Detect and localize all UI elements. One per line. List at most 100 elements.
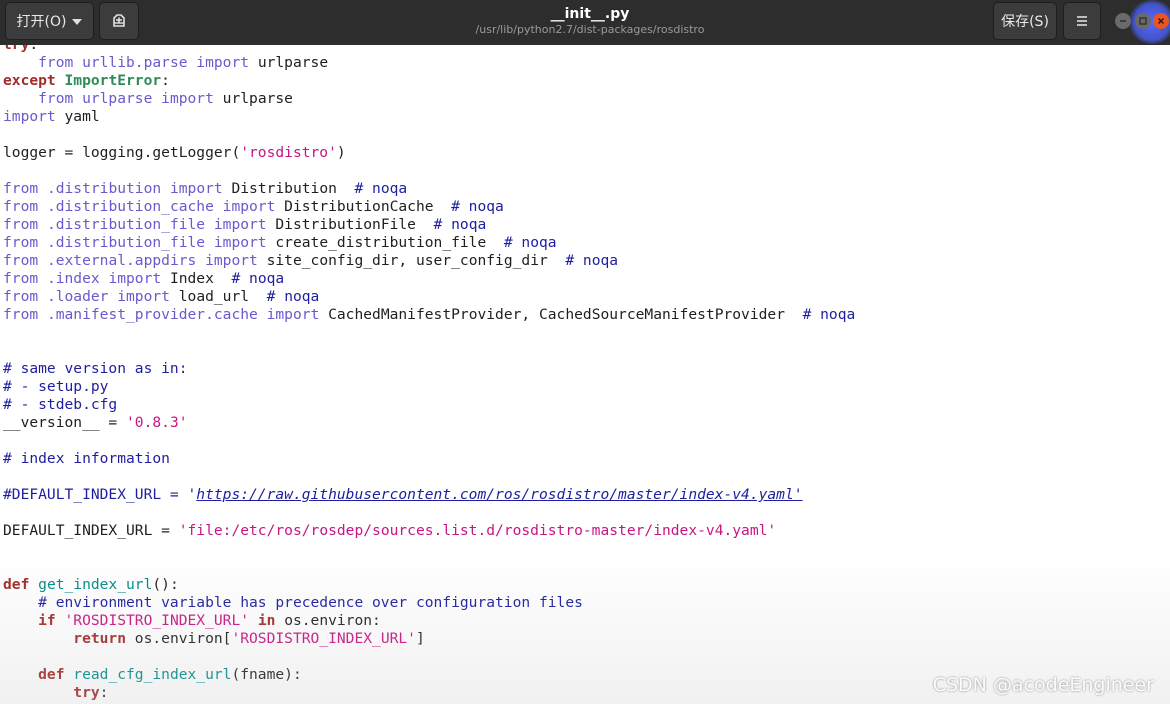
code-token: #DEFAULT_INDEX_URL = ' xyxy=(3,486,197,503)
code-token: from xyxy=(3,216,47,233)
code-line[interactable]: def get_index_url(): xyxy=(3,576,855,594)
open-button[interactable]: 打开(O) xyxy=(5,2,94,40)
code-line[interactable] xyxy=(3,342,855,360)
close-button[interactable] xyxy=(1153,13,1169,29)
code-token: import xyxy=(213,198,285,215)
code-token: import xyxy=(152,90,223,107)
code-token: import xyxy=(3,108,65,125)
code-token: try xyxy=(3,45,29,53)
code-line[interactable]: def read_cfg_index_url(fname): xyxy=(3,666,855,684)
code-line[interactable]: try: xyxy=(3,45,855,54)
minimize-button[interactable] xyxy=(1115,13,1131,29)
code-token: : xyxy=(161,72,170,89)
code-line[interactable] xyxy=(3,324,855,342)
code-line[interactable]: if 'ROSDISTRO_INDEX_URL' in os.environ: xyxy=(3,612,855,630)
code-line[interactable]: from .index import Index # noqa xyxy=(3,270,855,288)
code-token: get_index_url xyxy=(38,576,153,593)
code-line[interactable]: from .distribution import Distribution #… xyxy=(3,180,855,198)
code-token: import xyxy=(161,180,232,197)
code-token: 'ROSDISTRO_INDEX_URL' xyxy=(231,630,416,647)
code-token: .distribution_file xyxy=(46,216,206,233)
code-line[interactable] xyxy=(3,540,855,558)
code-token: Distribution xyxy=(231,180,355,197)
code-token: # index information xyxy=(3,450,170,467)
code-token: from xyxy=(3,198,47,215)
code-token: DEFAULT_INDEX_URL = xyxy=(3,522,179,539)
code-token: # - stdeb.cfg xyxy=(3,396,118,413)
code-token: '0.8.3' xyxy=(126,414,188,431)
code-line[interactable] xyxy=(3,648,855,666)
code-token: ) xyxy=(336,144,346,161)
code-line[interactable] xyxy=(3,558,855,576)
code-token: ImportError xyxy=(64,72,162,89)
header-bar: 打开(O) __init__.py /usr/lib/python2.7/dis… xyxy=(0,0,1170,45)
code-line[interactable]: # environment variable has precedence ov… xyxy=(3,594,855,612)
code-line[interactable] xyxy=(3,468,855,486)
code-line[interactable]: except ImportError: xyxy=(3,72,855,90)
code-line[interactable]: # index information xyxy=(3,450,855,468)
code-line[interactable] xyxy=(3,504,855,522)
close-icon xyxy=(1157,17,1165,25)
code-line[interactable]: logger = logging.getLogger('rosdistro') xyxy=(3,144,855,162)
code-text[interactable]: try: from urllib.parse import urlparseex… xyxy=(3,45,855,702)
code-line[interactable]: DEFAULT_INDEX_URL = 'file:/etc/ros/rosde… xyxy=(3,522,855,540)
code-line[interactable]: __version__ = '0.8.3' xyxy=(3,414,855,432)
code-line[interactable]: # - stdeb.cfg xyxy=(3,396,855,414)
code-token: .external.appdirs xyxy=(46,252,197,269)
code-token: from xyxy=(3,252,47,269)
code-line[interactable]: #DEFAULT_INDEX_URL = 'https://raw.github… xyxy=(3,486,855,504)
code-line[interactable]: # - setup.py xyxy=(3,378,855,396)
code-line[interactable]: from urllib.parse import urlparse xyxy=(3,54,855,72)
code-token: .loader xyxy=(46,288,109,305)
code-token: import xyxy=(196,252,267,269)
code-line[interactable] xyxy=(3,432,855,450)
code-token: in xyxy=(249,612,285,629)
code-token: def xyxy=(3,666,74,683)
code-token: urlparse xyxy=(257,54,329,71)
code-line[interactable]: import yaml xyxy=(3,108,855,126)
code-token: .distribution_file xyxy=(46,234,206,251)
code-token: import xyxy=(257,306,329,323)
chevron-down-icon xyxy=(72,19,83,25)
document-title: __init__.py xyxy=(550,6,630,22)
save-button[interactable]: 保存(S) xyxy=(993,2,1057,40)
code-line[interactable]: from .external.appdirs import site_confi… xyxy=(3,252,855,270)
code-token: from xyxy=(3,306,47,323)
code-token: # noqa xyxy=(451,198,504,215)
new-document-button[interactable] xyxy=(99,2,139,40)
code-token: try xyxy=(3,684,100,701)
code-line[interactable]: from .distribution_cache import Distribu… xyxy=(3,198,855,216)
code-line[interactable]: from .distribution_file import Distribut… xyxy=(3,216,855,234)
code-line[interactable]: # same version as in: xyxy=(3,360,855,378)
code-token: def xyxy=(3,576,39,593)
watermark-text: CSDN @acodeEngineer xyxy=(932,674,1154,696)
code-token: .manifest_provider.cache xyxy=(46,306,258,323)
code-line[interactable]: from urlparse import urlparse xyxy=(3,90,855,108)
code-token: # noqa xyxy=(565,252,619,269)
code-line[interactable]: from .loader import load_url # noqa xyxy=(3,288,855,306)
code-token: logger = logging.getLogger( xyxy=(3,144,241,161)
code-line[interactable]: from .manifest_provider.cache import Cac… xyxy=(3,306,855,324)
document-path: /usr/lib/python2.7/dist-packages/rosdist… xyxy=(475,23,705,36)
code-token: urlparse xyxy=(222,90,293,107)
code-line[interactable]: return os.environ['ROSDISTRO_INDEX_URL'] xyxy=(3,630,855,648)
code-line[interactable]: from .distribution_file import create_di… xyxy=(3,234,855,252)
code-token: import xyxy=(205,216,276,233)
code-line[interactable]: try: xyxy=(3,684,855,702)
hamburger-menu-icon xyxy=(1077,16,1087,26)
code-token: DistributionCache xyxy=(284,198,452,215)
code-token: from xyxy=(3,288,47,305)
code-token: (): xyxy=(152,576,179,593)
menu-button[interactable] xyxy=(1063,2,1101,40)
code-token: os.environ: xyxy=(284,612,381,629)
code-editor[interactable]: try: from urllib.parse import urlparseex… xyxy=(0,45,1170,704)
code-token: except xyxy=(3,72,65,89)
open-button-label: 打开(O) xyxy=(16,14,67,30)
code-token: import xyxy=(108,288,179,305)
code-line[interactable] xyxy=(3,126,855,144)
code-line[interactable] xyxy=(3,162,855,180)
code-token: 'ROSDISTRO_INDEX_URL' xyxy=(64,612,250,629)
maximize-button[interactable] xyxy=(1135,13,1151,29)
code-token: ] xyxy=(415,630,425,647)
code-token: 'rosdistro' xyxy=(240,144,337,161)
